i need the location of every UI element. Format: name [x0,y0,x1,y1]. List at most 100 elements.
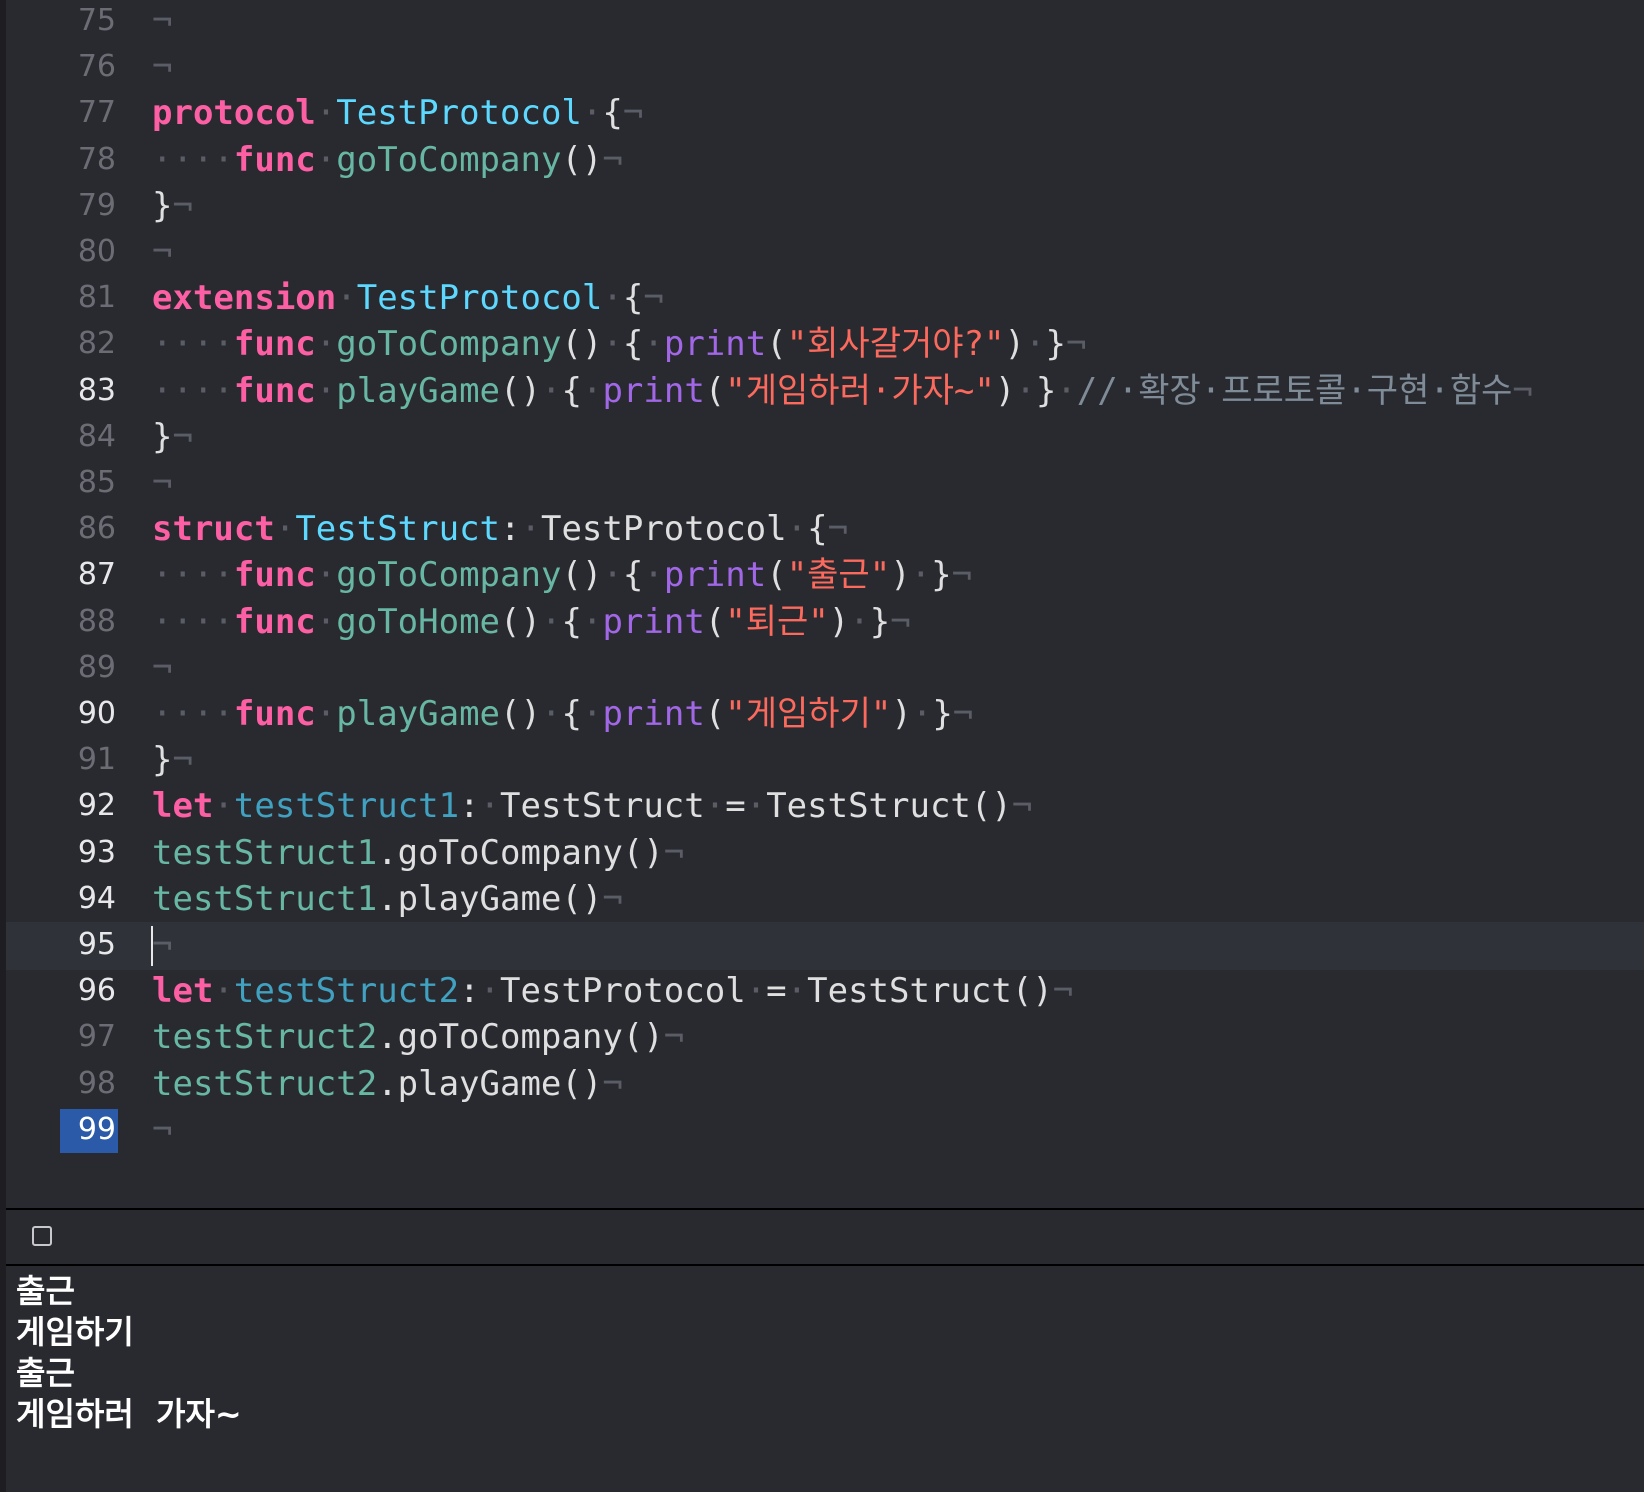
line-number[interactable]: 96 [6,968,116,1016]
line-number[interactable]: 85 [6,460,116,508]
line-number[interactable]: 95 [6,922,116,970]
code-text[interactable]: ¬ [152,44,172,92]
code-token: () [970,786,1012,827]
code-text[interactable]: testStruct2.goToCompany()¬ [152,1014,684,1062]
line-number[interactable]: 97 [6,1014,116,1062]
code-line[interactable]: 90 ····func·playGame()·{·print("게임하기")·}¬ [6,691,1644,739]
code-token: · [479,786,501,827]
code-line[interactable]: 84 }¬ [6,414,1644,462]
code-text[interactable]: ····func·goToCompany()¬ [152,137,623,185]
code-line[interactable]: 81 extension·TestProtocol·{¬ [6,275,1644,323]
code-text[interactable]: testStruct2.playGame()¬ [152,1061,623,1109]
code-line[interactable]: 89 ¬ [6,645,1644,693]
line-number[interactable]: 78 [6,137,116,185]
code-line[interactable]: 83 ····func·playGame()·{·print("게임하러·가자~"… [6,368,1644,416]
code-text[interactable]: ¬ [152,922,172,970]
code-token: · [786,509,808,550]
code-token: { [561,601,582,642]
code-token: "퇴근" [725,601,829,642]
line-number[interactable]: 87 [6,552,116,600]
code-editor[interactable]: 75 ¬ 76 ¬ 77 protocol·TestProtocol·{¬ 78 ····fu… [6,0,1644,1208]
line-number[interactable]: 79 [6,183,116,231]
code-text[interactable]: let·testStruct1:·TestStruct·=·TestStruct… [152,783,1032,831]
line-number[interactable]: 84 [6,414,116,462]
console-output[interactable]: 출근 게임하기 출근 게임하러 가자~ [6,1266,1644,1492]
code-line[interactable]: 79 }¬ [6,183,1644,231]
code-text[interactable]: ¬ [152,229,172,277]
line-number[interactable]: 75 [6,0,116,46]
code-line[interactable]: 94 testStruct1.playGame()¬ [6,876,1644,924]
code-line[interactable]: 80 ¬ [6,229,1644,277]
code-token: TestStruct [500,786,705,827]
code-token: · [315,324,337,365]
code-line[interactable]: 76 ¬ [6,44,1644,92]
line-number[interactable]: 88 [6,599,116,647]
code-token: · [336,278,357,319]
code-token: "출근" [786,555,891,596]
code-text[interactable]: ····func·goToCompany()·{·print("출근")·}¬ [152,552,972,600]
code-line[interactable]: 92 let·testStruct1:·TestStruct·=·TestStru… [6,783,1644,831]
code-token: · [274,509,296,550]
code-token: TestStruct [766,786,971,827]
code-text[interactable]: ····func·playGame()·{·print("게임하러·가자~")·… [152,368,1533,416]
code-text[interactable]: ····func·goToHome()·{·print("퇴근")·}¬ [152,599,911,647]
code-line[interactable]: 82 ····func·goToCompany()·{·print("회사갈거야?… [6,321,1644,369]
line-number[interactable]: 99 [6,1107,118,1155]
code-token: .goToCompany() [377,1017,664,1058]
code-text[interactable]: let·testStruct2:·TestProtocol·=·TestStru… [152,968,1073,1016]
code-token: ) [828,601,850,642]
code-line[interactable]: 75 ¬ [6,0,1644,46]
code-line[interactable]: 91 }¬ [6,737,1644,785]
code-line[interactable]: 95 ¬ [6,922,1644,970]
code-line[interactable]: 99 ¬ [6,1107,1644,1155]
code-text[interactable]: ¬ [152,1107,172,1155]
code-token: ¬ [622,93,644,134]
line-number[interactable]: 76 [6,44,116,92]
line-number[interactable]: 77 [6,90,116,138]
code-line[interactable]: 85 ¬ [6,460,1644,508]
line-number[interactable]: 82 [6,321,116,369]
code-text[interactable]: }¬ [152,183,193,231]
code-token: } [152,185,173,226]
code-line[interactable]: 87 ····func·goToCompany()·{·print("출근")·}… [6,552,1644,600]
code-text[interactable]: }¬ [152,414,193,462]
line-number[interactable]: 93 [6,830,116,878]
code-line[interactable]: 78 ····func·goToCompany()¬ [6,137,1644,185]
line-number[interactable]: 98 [6,1061,116,1109]
code-text[interactable]: ¬ [152,0,172,46]
code-line[interactable]: 98 testStruct2.playGame()¬ [6,1061,1644,1109]
line-number[interactable]: 89 [6,645,116,693]
code-line[interactable]: 86 struct·TestStruct:·TestProtocol·{¬ [6,506,1644,554]
line-number[interactable]: 80 [6,229,116,277]
code-text[interactable]: testStruct1.playGame()¬ [152,876,623,924]
code-line[interactable]: 96 let·testStruct2:·TestProtocol·=·TestSt… [6,968,1644,1016]
code-text[interactable]: ¬ [152,460,172,508]
code-line[interactable]: 88 ····func·goToHome()·{·print("퇴근")·}¬ [6,599,1644,647]
code-line[interactable]: 93 testStruct1.goToCompany()¬ [6,830,1644,878]
square-outline-icon[interactable] [32,1226,52,1246]
code-token: goToCompany [336,139,562,180]
code-text[interactable]: ····func·playGame()·{·print("게임하기")·}¬ [152,691,973,739]
code-text[interactable]: struct·TestStruct:·TestProtocol·{¬ [152,506,848,554]
line-number[interactable]: 90 [6,691,116,739]
line-number[interactable]: 92 [6,783,116,831]
code-token: ¬ [602,139,623,180]
code-token: () [500,694,541,734]
code-text[interactable]: }¬ [152,737,193,785]
code-text[interactable]: protocol·TestProtocol·{¬ [152,90,643,138]
line-number[interactable]: 81 [6,275,116,323]
code-token: · [479,971,501,1012]
code-line[interactable]: 77 protocol·TestProtocol·{¬ [6,90,1644,138]
line-number[interactable]: 94 [6,876,116,924]
code-text[interactable]: extension·TestProtocol·{¬ [152,275,664,323]
code-token: { [622,324,644,365]
line-number[interactable]: 91 [6,737,116,785]
line-number[interactable]: 86 [6,506,116,554]
code-text[interactable]: ····func·goToCompany()·{·print("회사갈거야?")… [152,321,1086,369]
line-number[interactable]: 83 [6,368,116,416]
code-text[interactable]: ¬ [152,645,172,693]
code-token: · [745,971,767,1012]
code-line[interactable]: 97 testStruct2.goToCompany()¬ [6,1014,1644,1062]
code-token: playGame [336,370,501,411]
code-text[interactable]: testStruct1.goToCompany()¬ [152,830,684,878]
